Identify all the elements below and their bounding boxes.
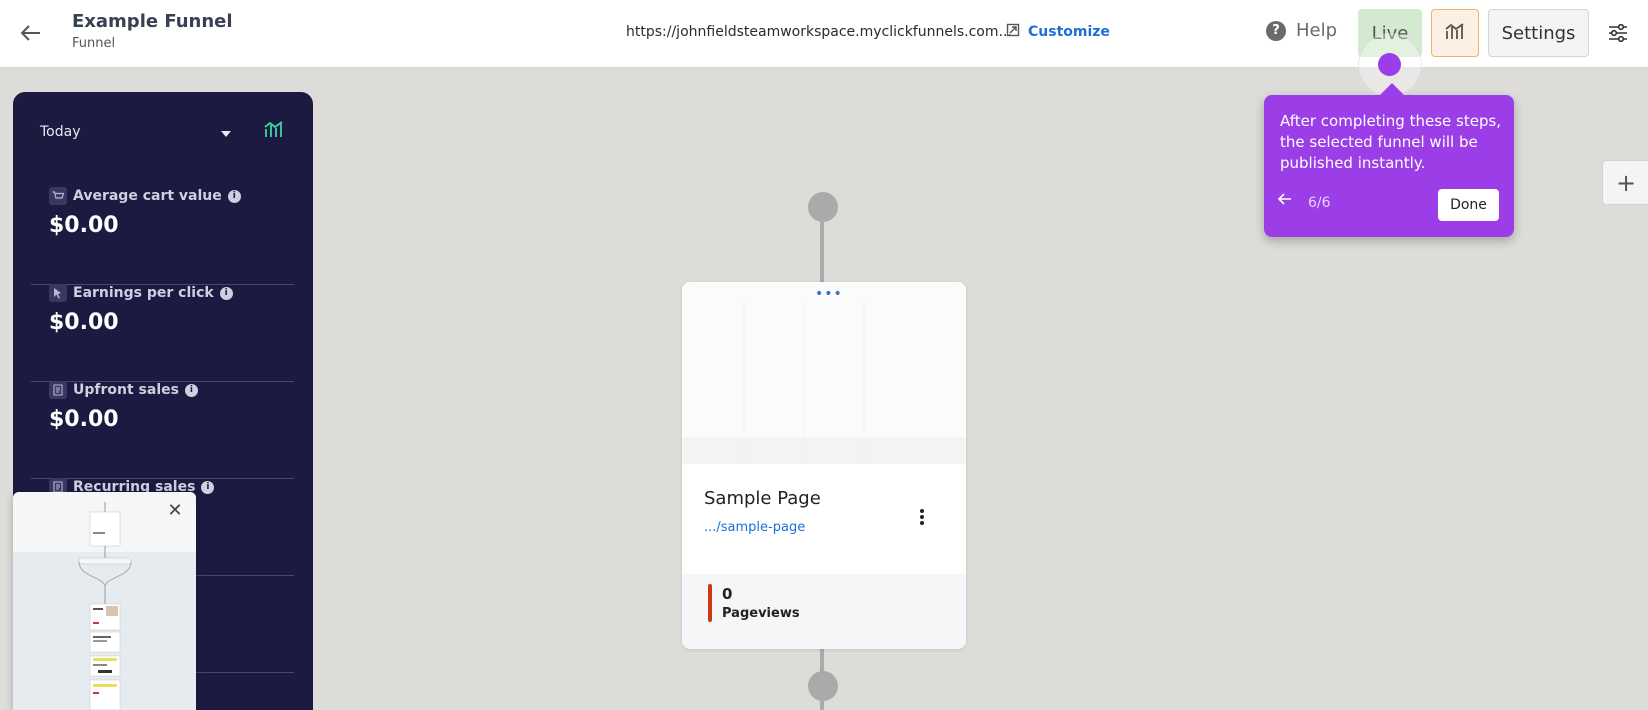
- metric-value: $0.00: [49, 310, 119, 335]
- tour-beacon[interactable]: [1378, 53, 1401, 76]
- customize-label: Customize: [1028, 23, 1110, 40]
- page-path-link[interactable]: .../sample-page: [704, 520, 805, 535]
- minimap[interactable]: ✕: [13, 492, 196, 710]
- help-icon: ?: [1266, 20, 1286, 41]
- done-button[interactable]: Done: [1438, 189, 1499, 221]
- customize-button[interactable]: Customize: [1006, 22, 1110, 41]
- minimap-diagram: [78, 502, 132, 710]
- metric-earnings-per-click: Earnings per click i $0.00: [31, 284, 294, 382]
- funnel-page-card[interactable]: ••• Sample Page .../sample-page 0 Pagevi…: [682, 282, 966, 649]
- info-icon[interactable]: i: [227, 189, 241, 203]
- funnel-node-bottom[interactable]: [808, 671, 838, 701]
- metric-average-cart-value: Average cart value i $0.00: [31, 187, 294, 285]
- tour-back-arrow-icon[interactable]: [1277, 193, 1292, 209]
- pageviews-indicator: [708, 584, 712, 622]
- page-preview-thumbnail: [682, 282, 966, 464]
- info-icon[interactable]: i: [184, 383, 198, 397]
- cursor-icon: [49, 284, 67, 302]
- pageviews-label: Pageviews: [722, 606, 800, 621]
- funnel-node-top[interactable]: [808, 192, 838, 222]
- metric-label: Average cart value: [73, 188, 222, 204]
- date-range-label: Today: [40, 124, 81, 140]
- metric-upfront-sales: Upfront sales i $0.00: [31, 381, 294, 479]
- settings-button[interactable]: Settings: [1488, 9, 1589, 57]
- back-arrow-icon[interactable]: [18, 20, 44, 46]
- date-range-select[interactable]: Today: [40, 122, 290, 146]
- info-icon[interactable]: i: [219, 286, 233, 300]
- edit-domain-icon: [1006, 22, 1020, 41]
- stats-button[interactable]: [1431, 9, 1479, 57]
- funnel-subtitle: Funnel: [72, 36, 116, 51]
- bar-chart-icon: [1445, 22, 1465, 44]
- add-step-button[interactable]: +: [1602, 160, 1648, 205]
- info-icon[interactable]: i: [201, 480, 215, 494]
- pageviews-value: 0: [722, 585, 733, 603]
- metric-label: Earnings per click: [73, 285, 214, 301]
- help-button[interactable]: ? Help: [1266, 20, 1337, 41]
- help-label: Help: [1296, 20, 1338, 41]
- funnel-url[interactable]: https://johnfieldsteamworkspace.myclickf…: [626, 24, 1012, 40]
- tour-message: After completing these steps, the select…: [1280, 112, 1502, 172]
- drag-handle-icon[interactable]: •••: [815, 286, 843, 302]
- chart-icon[interactable]: [264, 120, 284, 142]
- page-preview[interactable]: •••: [682, 282, 966, 464]
- metric-label: Upfront sales: [73, 382, 179, 398]
- metric-value: $0.00: [49, 407, 119, 432]
- more-options-icon[interactable]: [912, 504, 932, 530]
- funnel-title: Example Funnel: [72, 11, 233, 32]
- tour-step-counter: 6/6: [1308, 195, 1331, 211]
- receipt-icon: [49, 381, 67, 399]
- metric-value: $0.00: [49, 213, 119, 238]
- caret-down-icon[interactable]: [221, 131, 231, 137]
- tour-tooltip: After completing these steps, the select…: [1264, 83, 1514, 237]
- page-name: Sample Page: [704, 488, 821, 509]
- sliders-icon[interactable]: [1604, 20, 1632, 46]
- cart-icon: [49, 187, 67, 205]
